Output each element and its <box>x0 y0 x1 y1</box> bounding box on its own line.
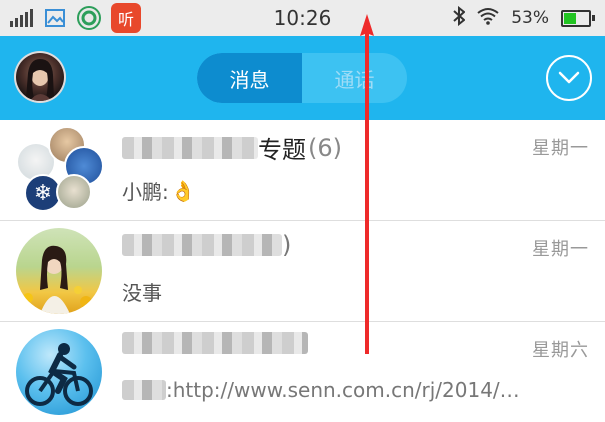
conversation-time: 星期一 <box>532 138 589 159</box>
cyclist-icon <box>25 343 93 406</box>
message-preview-text: :http://www.senn.com.cn/rj/2014/… <box>166 378 520 402</box>
conversation-name: 专题 (6) <box>122 130 342 165</box>
list-item[interactable]: ❄ 专题 (6) 星期一 小鹏: 👌 <box>0 120 605 221</box>
conversation-name <box>122 332 308 354</box>
bluetooth-icon <box>453 5 466 31</box>
message-preview: :http://www.senn.com.cn/rj/2014/… <box>122 378 520 402</box>
conversation-name-suffix: ) <box>282 231 292 259</box>
top-bar: 消息 通话 <box>0 36 605 120</box>
wifi-icon <box>477 7 499 30</box>
chevron-down-icon <box>558 71 580 84</box>
redacted-sender <box>122 380 166 400</box>
redacted-name <box>122 234 282 256</box>
message-preview-text: 没事 <box>122 281 162 305</box>
conversation-time: 星期六 <box>532 340 589 361</box>
avatar <box>16 329 102 415</box>
list-item[interactable]: ) 星期一 没事 <box>0 221 605 322</box>
group-member-avatar <box>56 174 92 210</box>
redacted-name <box>122 136 258 159</box>
conversation-name-suffix: 专题 <box>258 136 306 164</box>
conversation-name: ) <box>122 231 291 259</box>
avatar <box>16 228 102 314</box>
message-preview: 没事 <box>122 277 162 306</box>
member-count: (6) <box>308 133 342 162</box>
message-preview: 小鹏: 👌 <box>122 176 196 205</box>
conversation-list: ❄ 专题 (6) 星期一 小鹏: 👌 ) 星期一 没事 星期六:http://… <box>0 120 605 422</box>
tab-switcher: 消息 通话 <box>197 53 407 103</box>
ok-hand-emoji: 👌 <box>170 178 196 203</box>
dropdown-button[interactable] <box>546 55 592 101</box>
battery-percent: 53% <box>511 8 549 28</box>
tab-calls[interactable]: 通话 <box>302 53 407 103</box>
battery-icon <box>561 9 595 27</box>
group-avatar: ❄ <box>16 124 104 216</box>
status-bar: 听 10:26 53% <box>0 0 605 36</box>
tab-messages[interactable]: 消息 <box>197 53 302 103</box>
status-right: 53% <box>453 5 595 31</box>
redacted-name <box>122 332 308 354</box>
message-preview-text: 小鹏: <box>122 180 169 204</box>
avatar-image <box>23 245 92 314</box>
profile-avatar-image <box>26 59 54 101</box>
conversation-time: 星期一 <box>532 239 589 260</box>
profile-avatar[interactable] <box>14 51 66 103</box>
list-item[interactable]: 星期六 :http://www.senn.com.cn/rj/2014/… <box>0 322 605 422</box>
